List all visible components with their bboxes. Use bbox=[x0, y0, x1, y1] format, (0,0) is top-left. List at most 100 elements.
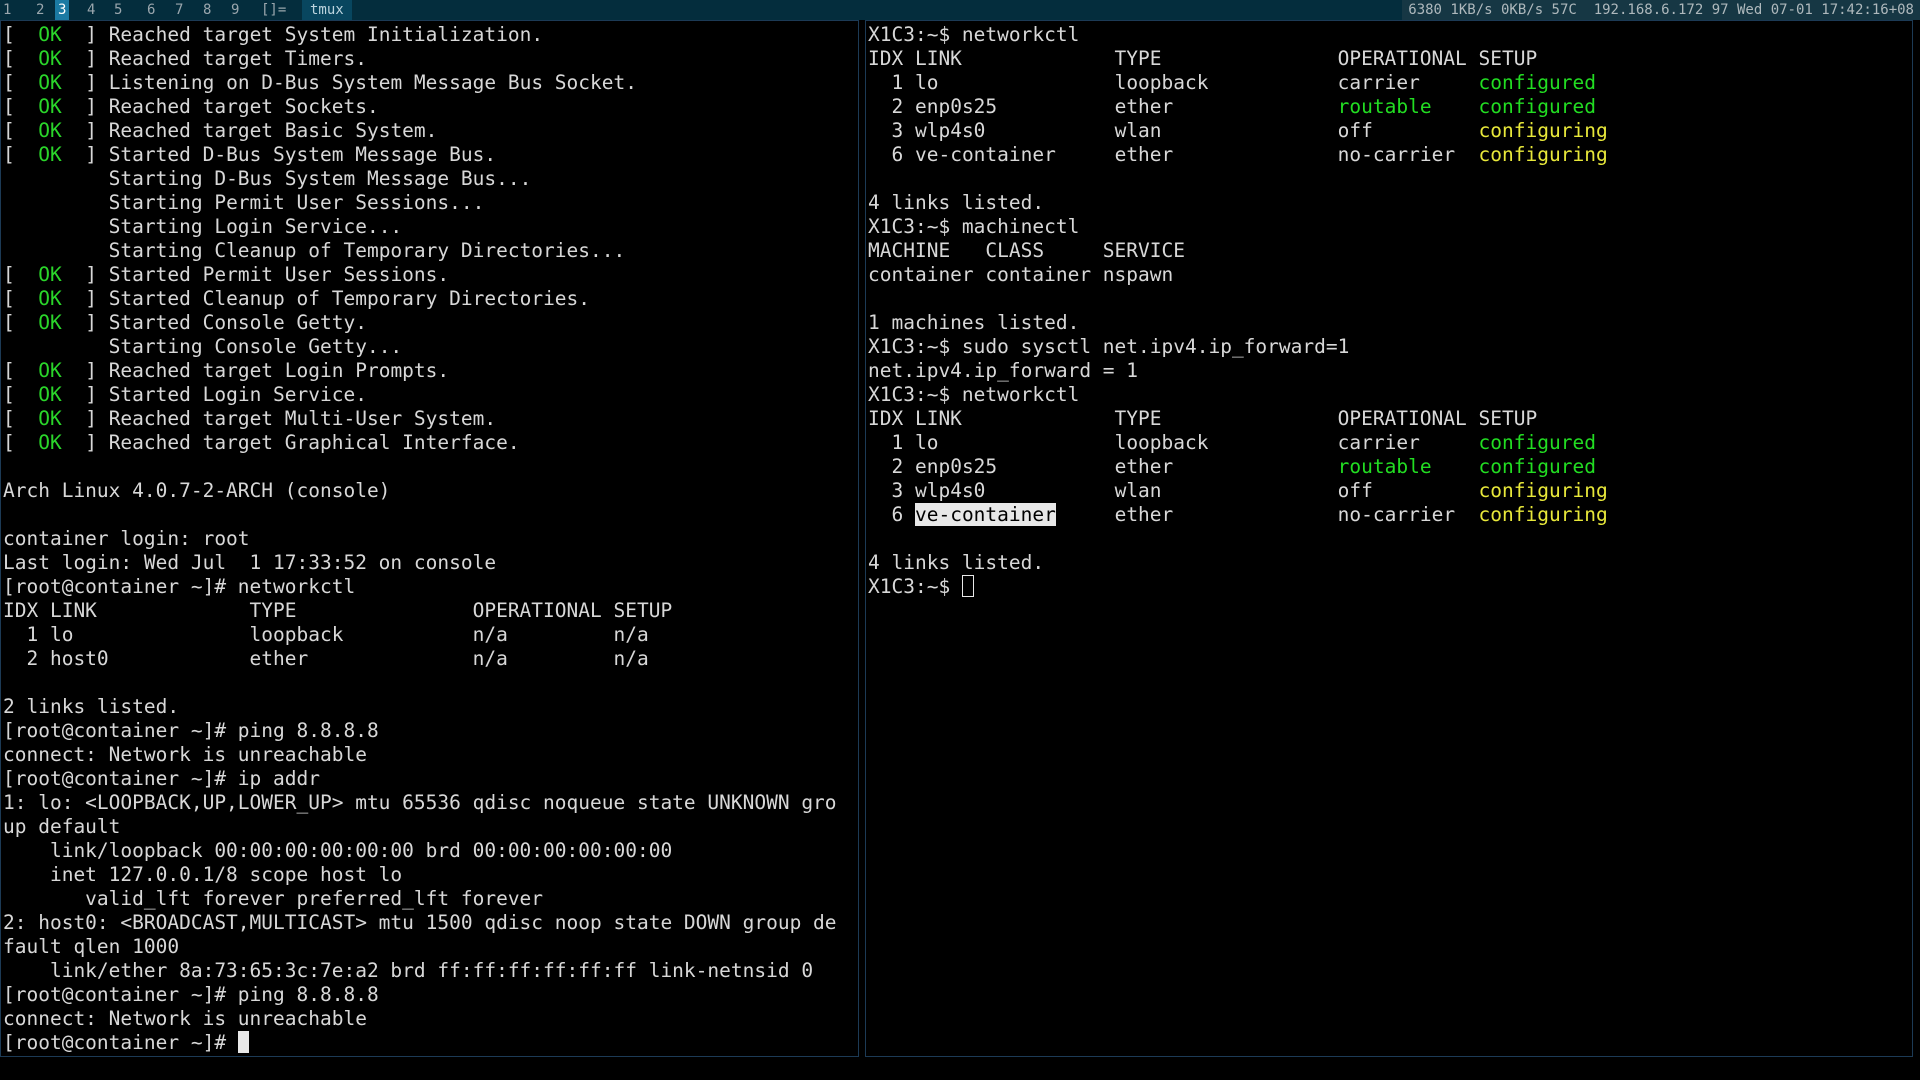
command-text: networkctl bbox=[961, 383, 1080, 406]
network-table-row: 2 enp0s25 ether routable configured bbox=[868, 95, 1608, 119]
network-table-row: 3 wlp4s0 wlan off configuring bbox=[868, 479, 1608, 503]
host-shell-output: X1C3:~$ networkctl IDX LINK TYPE OPERATIO… bbox=[868, 23, 1608, 599]
console-line: 2 host0 ether n/a n/a bbox=[3, 647, 649, 670]
console-line: fault qlen 1000 bbox=[3, 935, 180, 958]
link-type: loopback bbox=[1114, 431, 1209, 454]
boot-message: Starting Login Service... bbox=[108, 215, 403, 238]
console-line: up default bbox=[3, 815, 121, 838]
workspace-1[interactable]: 1 bbox=[0, 0, 14, 20]
link-operational: no-carrier bbox=[1337, 143, 1456, 166]
workspace-4[interactable]: 4 bbox=[84, 0, 98, 20]
boot-line: Starting Permit User Sessions... bbox=[3, 191, 837, 215]
workspace-6[interactable]: 6 bbox=[144, 0, 158, 20]
link-setup: configuring bbox=[1478, 479, 1608, 502]
command-line: X1C3:~$ networkctl bbox=[868, 23, 1608, 47]
link-name: enp0s25 bbox=[914, 455, 998, 478]
workspace-7[interactable]: 7 bbox=[172, 0, 186, 20]
link-operational: off bbox=[1337, 119, 1373, 142]
link-setup: configuring bbox=[1478, 119, 1608, 142]
network-table-header: IDX LINK TYPE OPERATIONAL SETUP bbox=[868, 47, 1538, 70]
terminal-cursor bbox=[237, 1031, 249, 1053]
ok-status: OK bbox=[38, 311, 62, 334]
link-operational: routable bbox=[1337, 455, 1432, 478]
link-setup: configured bbox=[1478, 95, 1596, 118]
ok-status: OK bbox=[38, 287, 62, 310]
ok-status: OK bbox=[38, 47, 62, 70]
link-type: ether bbox=[1114, 455, 1174, 478]
boot-line: [ OK ] Listening on D-Bus System Message… bbox=[3, 71, 637, 94]
boot-line: [ OK ] Reached target Sockets. bbox=[3, 95, 379, 118]
link-operational: no-carrier bbox=[1337, 503, 1456, 526]
boot-message: Started Permit User Sessions. bbox=[108, 263, 450, 286]
boot-message: Reached target Basic System. bbox=[108, 119, 438, 142]
link-type: ether bbox=[1114, 143, 1174, 166]
workspace-9[interactable]: 9 bbox=[228, 0, 242, 20]
link-type: loopback bbox=[1114, 71, 1209, 94]
console-line: 2 links listed. bbox=[3, 695, 180, 718]
console-line: [root@container ~]# ip addr bbox=[3, 767, 320, 790]
boot-message: Starting Permit User Sessions... bbox=[108, 191, 485, 214]
ok-status: OK bbox=[38, 119, 62, 142]
boot-line: [ OK ] Reached target Timers. bbox=[3, 47, 367, 70]
boot-line: [ OK ] Reached target Basic System. bbox=[3, 119, 438, 142]
right-terminal-pane[interactable]: X1C3:~$ networkctl IDX LINK TYPE OPERATIO… bbox=[865, 20, 1913, 1057]
ok-status: OK bbox=[38, 359, 62, 382]
boot-line: [ OK ] Reached target Login Prompts. bbox=[3, 359, 450, 382]
link-operational: off bbox=[1337, 479, 1373, 502]
console-line: link/ether 8a:73:65:3c:7e:a2 brd ff:ff:f… bbox=[3, 959, 814, 982]
layout-indicator[interactable]: []= bbox=[258, 0, 289, 20]
network-table-row: 2 enp0s25 ether routable configured bbox=[868, 455, 1608, 479]
shell-prompt: X1C3:~$ bbox=[868, 335, 962, 358]
ok-status: OK bbox=[38, 143, 62, 166]
link-type: wlan bbox=[1114, 479, 1162, 502]
shell-prompt: X1C3:~$ bbox=[868, 215, 962, 238]
window-title: tmux bbox=[302, 0, 352, 20]
boot-message: Reached target Timers. bbox=[108, 47, 367, 70]
link-idx: 1 bbox=[868, 431, 904, 454]
workspace-8[interactable]: 8 bbox=[200, 0, 214, 20]
links-listed: 4 links listed. bbox=[868, 551, 1045, 574]
link-idx: 2 bbox=[868, 455, 904, 478]
boot-line: [ OK ] Started Login Service. bbox=[3, 383, 367, 406]
console-line: IDX LINK TYPE OPERATIONAL SETUP bbox=[3, 599, 673, 622]
console-line: 1: lo: <LOOPBACK,UP,LOWER_UP> mtu 65536 … bbox=[3, 791, 837, 814]
ok-status: OK bbox=[38, 383, 62, 406]
prompt-line[interactable]: X1C3:~$ bbox=[868, 575, 1608, 599]
machines-listed: 1 machines listed. bbox=[868, 311, 1080, 334]
network-table-header: IDX LINK TYPE OPERATIONAL SETUP bbox=[868, 407, 1538, 430]
machine-table-row: container container nspawn bbox=[868, 263, 1174, 286]
boot-message: Reached target Sockets. bbox=[108, 95, 379, 118]
left-terminal-pane[interactable]: [ OK ] Reached target System Initializat… bbox=[0, 20, 859, 1057]
ok-status: OK bbox=[38, 95, 62, 118]
link-setup: configuring bbox=[1478, 503, 1608, 526]
boot-message: Started Cleanup of Temporary Directories… bbox=[108, 287, 591, 310]
prompt-line[interactable]: [root@container ~]# bbox=[3, 1031, 837, 1055]
boot-line: [ OK ] Reached target Multi-User System. bbox=[3, 407, 497, 430]
workspace-3[interactable]: 3 bbox=[55, 0, 70, 20]
link-idx: 3 bbox=[868, 479, 904, 502]
console-line: Arch Linux 4.0.7-2-ARCH (console) bbox=[3, 479, 391, 502]
console-line: link/loopback 00:00:00:00:00:00 brd 00:0… bbox=[3, 839, 673, 862]
boot-line: [ OK ] Reached target Graphical Interfac… bbox=[3, 431, 520, 454]
boot-message: Started D-Bus System Message Bus. bbox=[108, 143, 497, 166]
link-type: ether bbox=[1114, 95, 1174, 118]
command-line: X1C3:~$ machinectl bbox=[868, 215, 1608, 239]
console-line: [root@container ~]# networkctl bbox=[3, 575, 356, 598]
link-name: ve-container bbox=[914, 503, 1056, 526]
link-name: enp0s25 bbox=[914, 95, 998, 118]
link-idx: 6 bbox=[868, 503, 904, 526]
network-table-row: 1 lo loopback carrier configured bbox=[868, 431, 1608, 455]
boot-line: [ OK ] Started D-Bus System Message Bus. bbox=[3, 143, 497, 166]
workspace-5[interactable]: 5 bbox=[111, 0, 125, 20]
ok-status: OK bbox=[38, 263, 62, 286]
terminal-cursor bbox=[961, 575, 974, 597]
workspace-2[interactable]: 2 bbox=[33, 0, 47, 20]
link-idx: 2 bbox=[868, 95, 904, 118]
link-operational: carrier bbox=[1337, 71, 1420, 94]
boot-message: Reached target Multi-User System. bbox=[108, 407, 497, 430]
